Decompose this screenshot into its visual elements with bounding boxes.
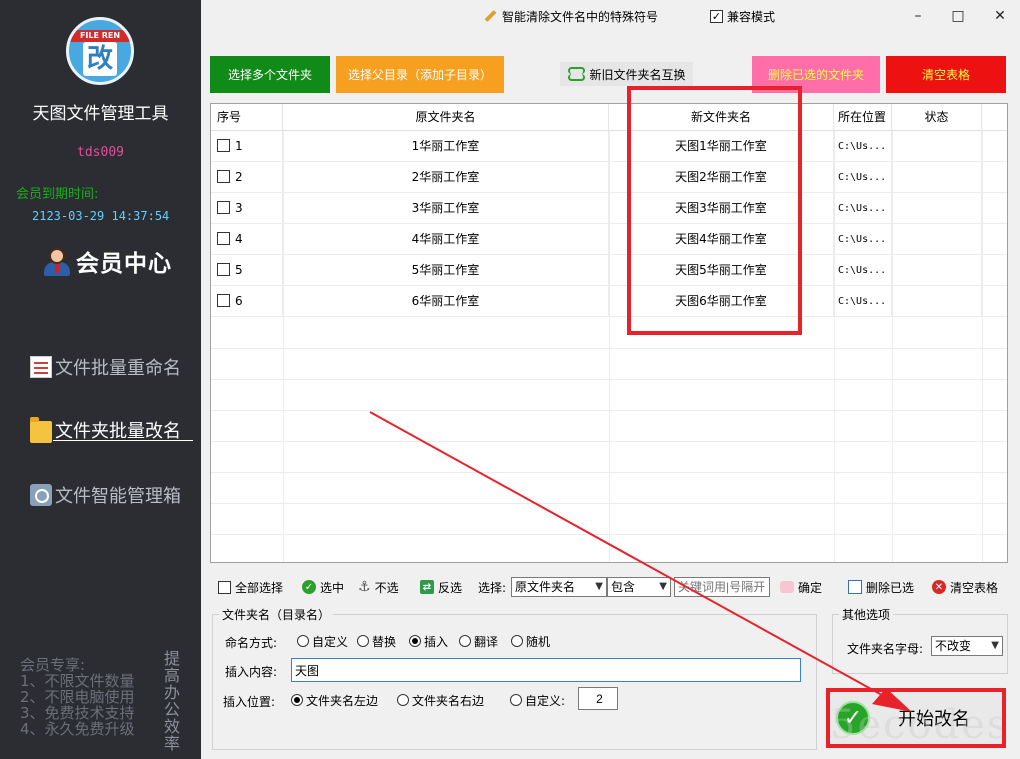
- annotation-arrow: [369, 411, 912, 712]
